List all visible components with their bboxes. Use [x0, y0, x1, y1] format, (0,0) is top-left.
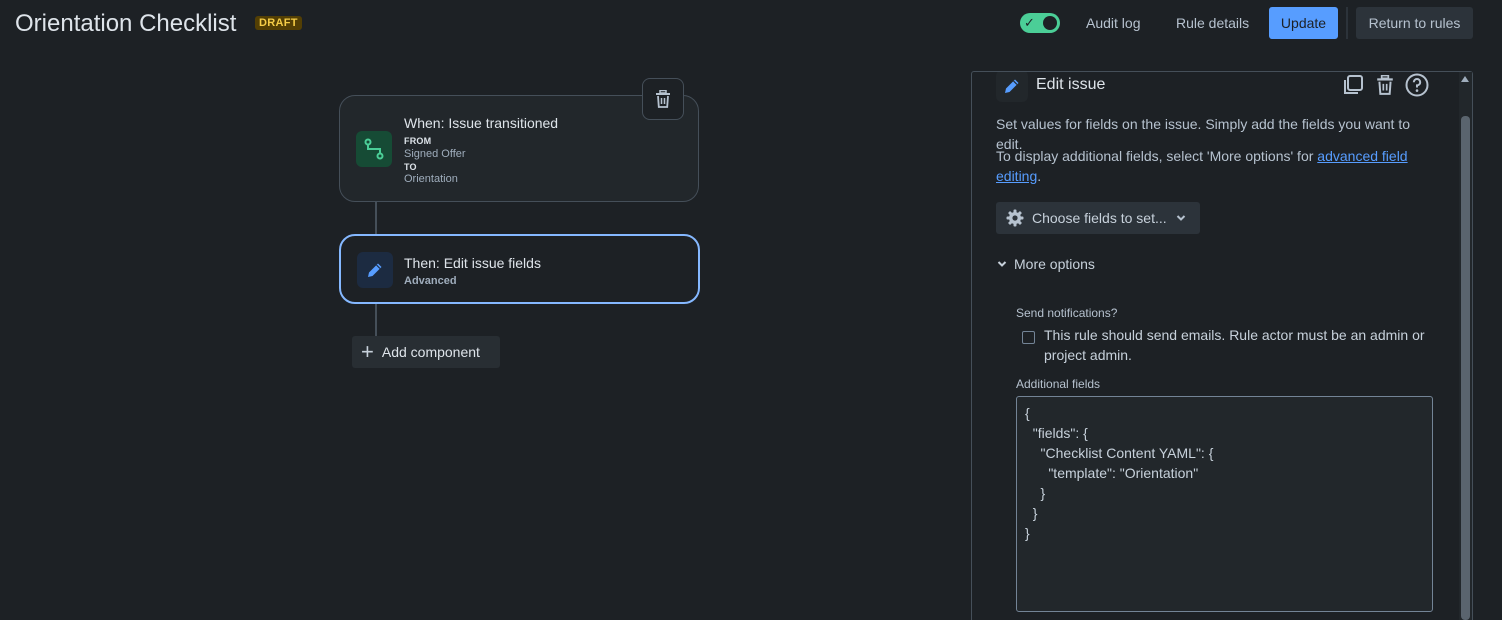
chevron-down-icon — [997, 261, 1007, 267]
scroll-thumb[interactable] — [1461, 116, 1470, 620]
return-to-rules-button[interactable]: Return to rules — [1356, 7, 1473, 39]
edit-issue-panel: Edit issue Set values for fields on the … — [971, 71, 1473, 620]
send-notifications-text: This rule should send emails. Rule actor… — [1044, 327, 1425, 363]
additional-fields-label: Additional fields — [1016, 377, 1101, 391]
help-icon[interactable] — [1404, 72, 1430, 98]
plus-icon: + — [361, 339, 374, 364]
more-options-toggle[interactable]: More options — [996, 256, 1095, 272]
header-divider — [1346, 7, 1348, 39]
delete-component-button[interactable] — [642, 78, 684, 120]
additional-fields-input[interactable]: { "fields": { "Checklist Content YAML": … — [1016, 396, 1433, 612]
from-label: FROM — [404, 136, 432, 146]
chevron-down-icon — [1176, 215, 1185, 221]
more-options-label: More options — [1014, 256, 1095, 272]
action-subtitle: Advanced — [404, 275, 457, 287]
advanced-info: To display additional fields, select 'Mo… — [996, 146, 1436, 186]
pencil-icon — [357, 252, 393, 288]
duplicate-icon[interactable] — [1340, 72, 1366, 98]
pencil-icon — [996, 72, 1028, 102]
rule-enabled-toggle[interactable]: ✓ — [1020, 13, 1060, 33]
action-node[interactable]: Then: Edit issue fields Advanced — [339, 234, 700, 304]
trash-icon[interactable] — [1372, 72, 1398, 98]
add-component-label: Add component — [381, 344, 480, 360]
action-title: Then: Edit issue fields — [404, 255, 541, 271]
send-notifications-checkbox[interactable] — [1022, 331, 1035, 344]
to-label: TO — [404, 162, 417, 172]
flow-connector — [375, 202, 377, 234]
gear-icon — [1006, 209, 1024, 227]
update-button[interactable]: Update — [1269, 7, 1338, 39]
from-value: Signed Offer — [404, 148, 466, 160]
transition-icon — [356, 131, 392, 167]
status-badge: DRAFT — [255, 16, 302, 30]
trigger-title: When: Issue transitioned — [404, 115, 559, 131]
check-icon: ✓ — [1024, 15, 1035, 30]
to-value: Orientation — [404, 173, 458, 185]
send-notifications-label: Send notifications? — [1016, 306, 1118, 320]
scroll-up-arrow-icon[interactable] — [1461, 76, 1469, 82]
add-component-button[interactable]: + Add component — [352, 336, 500, 368]
flow-connector — [375, 304, 377, 336]
panel-scrollbar[interactable] — [1459, 72, 1472, 620]
choose-fields-label: Choose fields to set... — [1032, 210, 1167, 226]
advanced-info-suffix: . — [1037, 168, 1042, 184]
trash-icon — [656, 90, 670, 108]
choose-fields-dropdown[interactable]: Choose fields to set... — [996, 202, 1200, 234]
audit-log-button[interactable]: Audit log — [1078, 7, 1148, 39]
rule-details-button[interactable]: Rule details — [1168, 7, 1257, 39]
toggle-knob — [1043, 16, 1057, 30]
advanced-info-prefix: To display additional fields, select 'Mo… — [996, 148, 1318, 164]
panel-title: Edit issue — [1036, 76, 1106, 93]
page-title: Orientation Checklist — [15, 10, 237, 37]
